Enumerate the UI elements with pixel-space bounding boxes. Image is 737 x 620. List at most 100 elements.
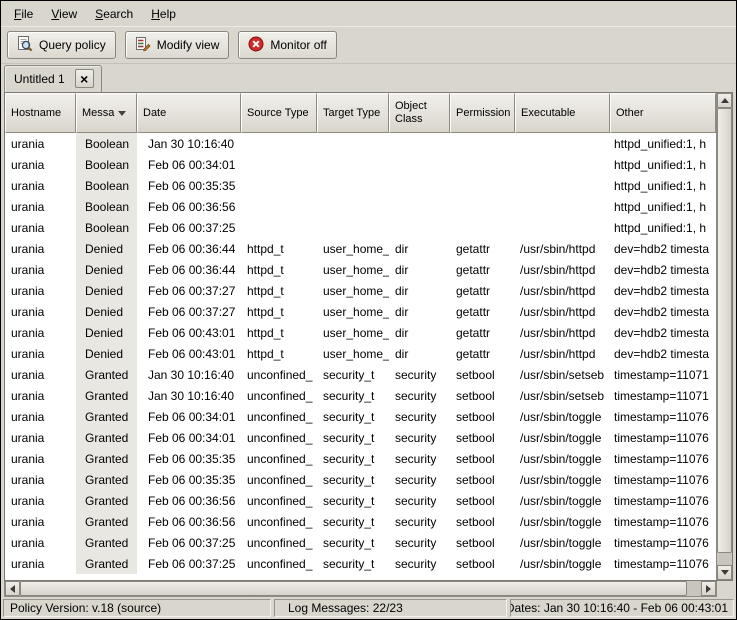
vertical-scrollbar[interactable] (716, 93, 732, 580)
cell-executable: /usr/sbin/httpd (515, 301, 610, 322)
table-row[interactable]: uraniaGrantedFeb 06 00:37:25unconfined_s… (5, 553, 716, 574)
cell-permission: getattr (450, 301, 515, 322)
cell-source-type: unconfined_ (241, 427, 317, 448)
cell-permission: setbool (450, 553, 515, 574)
cell-date: Feb 06 00:36:56 (137, 196, 241, 217)
cell-permission: setbool (450, 427, 515, 448)
cell-message: Granted (76, 448, 137, 469)
table-row[interactable]: uraniaGrantedFeb 06 00:36:56unconfined_s… (5, 511, 716, 532)
cell-target-type: security_t (317, 469, 389, 490)
table-row[interactable]: uraniaDeniedFeb 06 00:43:01httpd_tuser_h… (5, 343, 716, 364)
table-row[interactable]: uraniaBooleanFeb 06 00:37:25httpd_unifie… (5, 217, 716, 238)
scroll-right-button[interactable] (701, 581, 716, 596)
cell-source-type (241, 154, 317, 175)
scroll-up-button[interactable] (717, 93, 732, 108)
table-row[interactable]: uraniaGrantedFeb 06 00:34:01unconfined_s… (5, 406, 716, 427)
cell-executable: /usr/sbin/toggle (515, 532, 610, 553)
cell-permission: setbool (450, 406, 515, 427)
cell-executable: /usr/sbin/setseb (515, 385, 610, 406)
column-header-object-class[interactable]: Object Class (389, 93, 450, 133)
menu-search[interactable]: Search (86, 3, 142, 25)
cell-target-type: security_t (317, 448, 389, 469)
table-row[interactable]: uraniaGrantedFeb 06 00:35:35unconfined_s… (5, 448, 716, 469)
menu-help[interactable]: Help (142, 3, 185, 25)
column-header-other[interactable]: Other (610, 93, 716, 133)
table-row[interactable]: uraniaBooleanJan 30 10:16:40httpd_unifie… (5, 133, 716, 154)
table-row[interactable]: uraniaDeniedFeb 06 00:37:27httpd_tuser_h… (5, 280, 716, 301)
cell-other: dev=hdb2 timesta (610, 238, 716, 259)
column-header-hostname[interactable]: Hostname (5, 93, 76, 133)
menu-file[interactable]: File (5, 3, 42, 25)
dates-status: Dates: Jan 30 10:16:40 - Feb 06 00:43:01 (510, 599, 734, 617)
cell-object-class: dir (389, 259, 450, 280)
tab-untitled-1[interactable]: Untitled 1 × (4, 65, 102, 92)
cell-hostname: urania (5, 280, 76, 301)
table-row[interactable]: uraniaGrantedFeb 06 00:36:56unconfined_s… (5, 490, 716, 511)
cell-permission: getattr (450, 238, 515, 259)
cell-hostname: urania (5, 448, 76, 469)
table-row[interactable]: uraniaDeniedFeb 06 00:43:01httpd_tuser_h… (5, 322, 716, 343)
column-header-executable[interactable]: Executable (515, 93, 610, 133)
table-row[interactable]: uraniaGrantedJan 30 10:16:40unconfined_s… (5, 364, 716, 385)
table-row[interactable]: uraniaBooleanFeb 06 00:34:01httpd_unifie… (5, 154, 716, 175)
cell-object-class: security (389, 406, 450, 427)
column-header-label: Messa (82, 107, 114, 120)
cell-executable: /usr/sbin/httpd (515, 343, 610, 364)
cell-source-type (241, 133, 317, 154)
cell-other: timestamp=11071 (610, 364, 716, 385)
tab-close-button[interactable]: × (75, 69, 94, 88)
cell-message: Denied (76, 280, 137, 301)
cell-source-type: httpd_t (241, 280, 317, 301)
cell-target-type (317, 196, 389, 217)
tab-strip: Untitled 1 × (1, 64, 736, 92)
table-row[interactable]: uraniaGrantedFeb 06 00:37:25unconfined_s… (5, 532, 716, 553)
table-row[interactable]: uraniaGrantedJan 30 10:16:40unconfined_s… (5, 385, 716, 406)
cell-executable (515, 133, 610, 154)
cell-executable: /usr/sbin/toggle (515, 406, 610, 427)
cell-hostname: urania (5, 553, 76, 574)
table-row[interactable]: uraniaGrantedFeb 06 00:34:01unconfined_s… (5, 427, 716, 448)
column-header-date[interactable]: Date (137, 93, 241, 133)
dates-text: Dates: Jan 30 10:16:40 - Feb 06 00:43:01 (510, 601, 728, 615)
horizontal-scroll-row (4, 581, 733, 597)
column-header-source-type[interactable]: Source Type (241, 93, 317, 133)
column-header-message[interactable]: Messa (76, 93, 137, 133)
vertical-scroll-thumb[interactable] (717, 108, 732, 553)
cell-executable: /usr/sbin/setseb (515, 364, 610, 385)
policy-version-text: Policy Version: v.18 (source) (10, 601, 161, 615)
cell-date: Feb 06 00:43:01 (137, 343, 241, 364)
column-header-permission[interactable]: Permission (450, 93, 515, 133)
table-row[interactable]: uraniaBooleanFeb 06 00:36:56httpd_unifie… (5, 196, 716, 217)
cell-date: Feb 06 00:34:01 (137, 154, 241, 175)
query-policy-label: Query policy (39, 38, 106, 52)
column-header-label: Object Class (395, 100, 445, 125)
modify-view-button[interactable]: Modify view (125, 31, 230, 59)
cell-date: Jan 30 10:16:40 (137, 364, 241, 385)
menu-view[interactable]: View (42, 3, 86, 25)
tab-label: Untitled 1 (14, 72, 65, 86)
query-policy-button[interactable]: Query policy (7, 31, 116, 59)
column-header-target-type[interactable]: Target Type (317, 93, 389, 133)
cell-executable: /usr/sbin/httpd (515, 259, 610, 280)
table-row[interactable]: uraniaBooleanFeb 06 00:35:35httpd_unifie… (5, 175, 716, 196)
horizontal-scroll-thumb[interactable] (20, 581, 687, 596)
scroll-left-button[interactable] (5, 581, 20, 596)
monitor-off-button[interactable]: Monitor off (238, 31, 336, 59)
vertical-scroll-track[interactable] (717, 108, 732, 565)
horizontal-scrollbar[interactable] (4, 581, 717, 597)
table-row[interactable]: uraniaDeniedFeb 06 00:37:27httpd_tuser_h… (5, 301, 716, 322)
toolbar: Query policy Modify view Mo (1, 26, 736, 64)
column-header-label: Target Type (323, 107, 380, 120)
horizontal-scroll-track[interactable] (20, 581, 701, 596)
cell-permission: setbool (450, 532, 515, 553)
cell-message: Denied (76, 301, 137, 322)
cell-date: Feb 06 00:36:56 (137, 511, 241, 532)
cell-target-type: user_home_ (317, 343, 389, 364)
table-row[interactable]: uraniaDeniedFeb 06 00:36:44httpd_tuser_h… (5, 238, 716, 259)
cell-target-type (317, 133, 389, 154)
table-row[interactable]: uraniaDeniedFeb 06 00:36:44httpd_tuser_h… (5, 259, 716, 280)
cell-message: Granted (76, 511, 137, 532)
table-row[interactable]: uraniaGrantedFeb 06 00:35:35unconfined_s… (5, 469, 716, 490)
cell-executable: /usr/sbin/httpd (515, 238, 610, 259)
scroll-down-button[interactable] (717, 565, 732, 580)
